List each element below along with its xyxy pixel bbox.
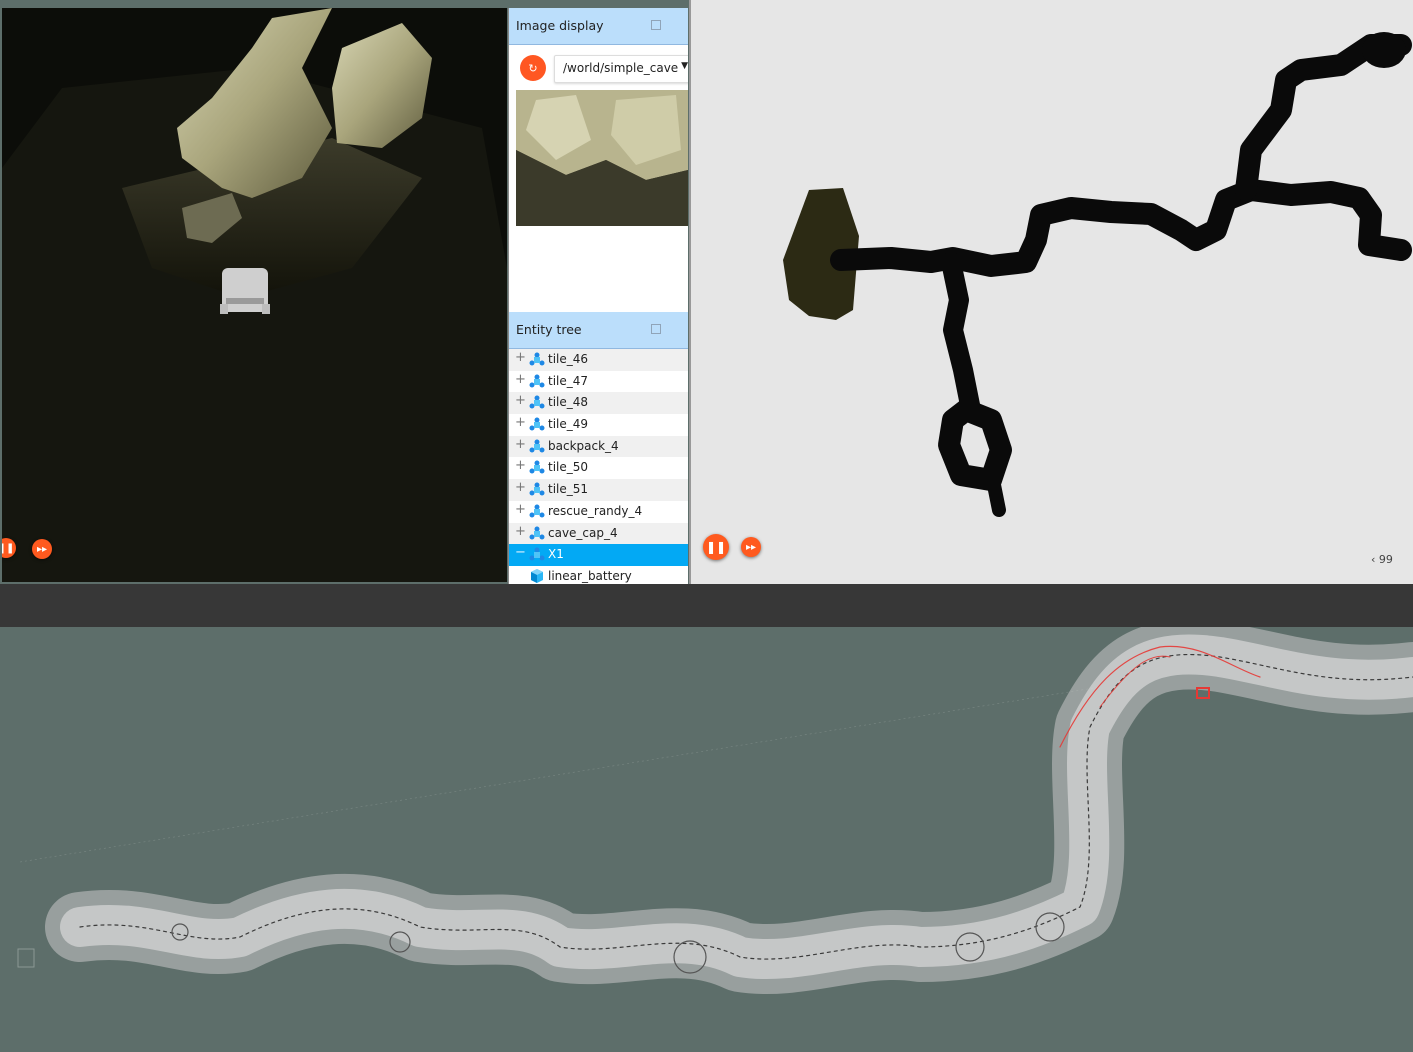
link-icon: [529, 568, 545, 584]
expand-icon[interactable]: +: [515, 437, 526, 452]
pause-icon: ❚❚: [2, 542, 15, 554]
map-view[interactable]: ❚❚ ▸▸ ‹ 99: [689, 0, 1413, 584]
tree-item-label: tile_46: [548, 352, 589, 366]
entity-tree-header[interactable]: Entity tree: [509, 312, 688, 349]
topic-select[interactable]: /world/simple_cave ▼: [554, 55, 688, 83]
entity-tree-title: Entity tree: [516, 322, 582, 337]
tree-item-tile-50[interactable]: + tile_50: [509, 457, 688, 479]
tree-item-label: tile_47: [548, 373, 589, 388]
expand-icon[interactable]: +: [515, 393, 526, 408]
maximize-icon[interactable]: [651, 20, 661, 30]
model-icon: [529, 459, 545, 478]
tree-item-label: tile_49: [548, 417, 589, 432]
tree-item-label: backpack_4: [548, 438, 619, 453]
camera-image-preview: [516, 90, 688, 226]
model-icon: [529, 373, 545, 392]
tree-item-label: rescue_randy_4: [548, 503, 643, 518]
point-cloud-render: [17, 627, 1413, 995]
fast-forward-icon: ▸▸: [745, 541, 757, 553]
step-button[interactable]: ▸▸: [32, 539, 52, 559]
expand-icon[interactable]: +: [515, 458, 526, 473]
pause-icon: ❚❚: [705, 540, 727, 554]
tree-item-linear-battery[interactable]: linear_battery: [509, 565, 688, 584]
model-icon: [529, 481, 545, 500]
map-pager[interactable]: ‹ 99: [1371, 553, 1393, 566]
model-icon: [529, 546, 545, 565]
tree-item-label: cave_cap_4: [548, 525, 618, 540]
expand-icon[interactable]: +: [515, 524, 526, 539]
model-icon: [529, 438, 545, 457]
view-divider: [0, 584, 1413, 627]
model-icon: [529, 394, 545, 413]
topic-select-value: /world/simple_cave: [563, 61, 679, 75]
image-display-title: Image display: [516, 18, 604, 33]
tree-item-label: tile_50: [548, 460, 589, 475]
chevron-down-icon: ▼: [679, 61, 688, 71]
expand-icon[interactable]: +: [515, 502, 526, 517]
expand-icon[interactable]: +: [515, 480, 526, 495]
point-cloud-view[interactable]: [0, 627, 1413, 1052]
tree-item-rescue-randy-4[interactable]: + rescue_randy_4: [509, 501, 688, 523]
model-icon: [529, 525, 545, 544]
map-step-button[interactable]: ▸▸: [741, 537, 761, 557]
tree-item-tile-46[interactable]: + tile_46: [509, 349, 688, 371]
maximize-icon[interactable]: [651, 324, 661, 334]
expand-icon[interactable]: +: [515, 350, 526, 365]
expand-icon[interactable]: +: [515, 372, 526, 387]
map-pause-button[interactable]: ❚❚: [703, 534, 729, 560]
model-icon: [529, 503, 545, 522]
tree-item-label: tile_51: [548, 482, 589, 497]
tree-item-label: tile_48: [548, 395, 589, 410]
tree-item-label: X1: [548, 547, 564, 562]
tree-item-tile-49[interactable]: + tile_49: [509, 414, 688, 436]
side-panel: Image display ↻ /world/simple_cave ▼ Ent…: [508, 8, 688, 584]
tree-item-tile-48[interactable]: + tile_48: [509, 392, 688, 415]
cave-scene-render: [2, 8, 507, 582]
collapse-icon[interactable]: −: [515, 545, 526, 560]
tree-item-x1[interactable]: − X1: [509, 544, 688, 566]
tree-item-label: linear_battery: [548, 568, 632, 583]
occupancy-map: [783, 32, 1412, 517]
tree-item-tile-47[interactable]: + tile_47: [509, 371, 688, 393]
expand-icon[interactable]: +: [515, 415, 526, 430]
refresh-button[interactable]: ↻: [520, 55, 546, 81]
scene-3d-view[interactable]: ❚❚ ▸▸: [2, 8, 507, 582]
tree-item-backpack-4[interactable]: + backpack_4: [509, 435, 688, 458]
model-icon: [529, 351, 545, 370]
fast-forward-icon: ▸▸: [36, 543, 48, 555]
entity-tree-list: + tile_46 + tile_47 + tile_48 + tile_49 …: [509, 349, 688, 584]
model-icon: [529, 416, 545, 435]
tree-item-cave-cap-4[interactable]: + cave_cap_4: [509, 522, 688, 545]
tree-item-tile-51[interactable]: + tile_51: [509, 479, 688, 501]
image-display-header[interactable]: Image display: [509, 8, 688, 45]
robot-model[interactable]: [222, 268, 268, 312]
refresh-icon: ↻: [528, 61, 538, 75]
